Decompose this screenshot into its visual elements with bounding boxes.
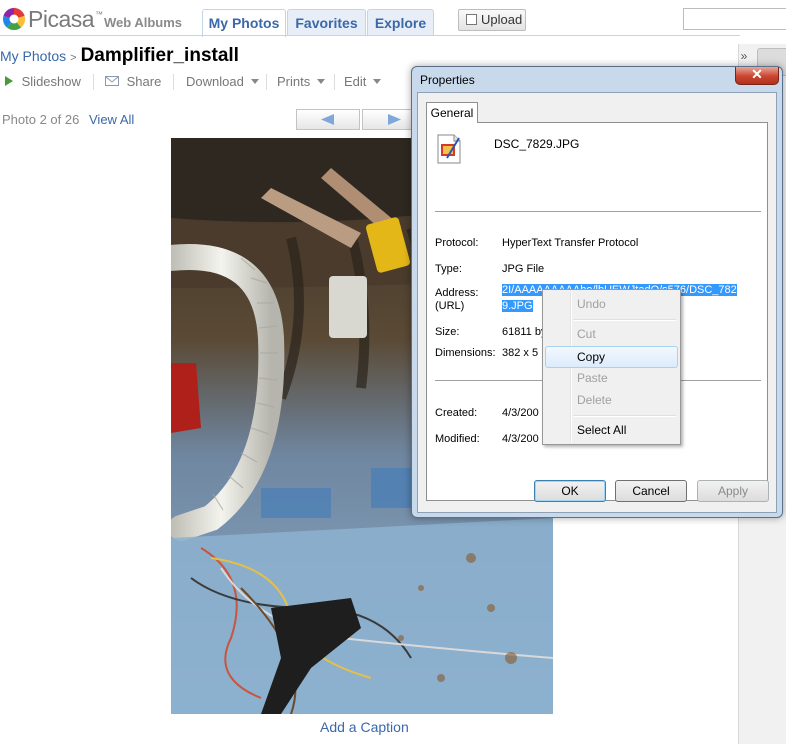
cancel-button[interactable]: Cancel (615, 480, 687, 502)
type-label: Type: (435, 263, 462, 275)
menu-item-label: Undo (577, 297, 606, 311)
breadcrumb-separator: > (70, 52, 77, 64)
download-label: Download (186, 74, 244, 89)
logo-wordmark: Picasa (28, 6, 95, 32)
toolbar-divider (266, 74, 267, 90)
menu-item-undo[interactable]: Undo (545, 293, 678, 315)
chevron-down-icon (250, 79, 259, 84)
created-value: 4/3/200 (502, 407, 539, 419)
ok-button[interactable]: OK (534, 480, 606, 502)
toolbar-divider (334, 74, 335, 90)
menu-separator (573, 319, 676, 321)
breadcrumb-my-photos[interactable]: My Photos (0, 48, 66, 64)
tab-divider (0, 35, 740, 36)
address-url-label: (URL) (435, 300, 465, 312)
menu-item-select-all[interactable]: Select All (545, 419, 678, 441)
apply-button[interactable]: Apply (697, 480, 769, 502)
dimensions-label: Dimensions: (435, 347, 496, 359)
menu-item-label: Cut (577, 327, 596, 341)
address-line-2: 9.JPG (502, 300, 533, 312)
prints-menu[interactable]: Prints (277, 72, 326, 92)
breadcrumb: My Photos > Damplifier_install (0, 44, 239, 68)
image-file-icon (437, 134, 461, 164)
slideshow-button[interactable]: Slideshow (4, 72, 81, 92)
size-label: Size: (435, 326, 460, 338)
previous-photo-button[interactable] (296, 109, 360, 130)
download-menu[interactable]: Download (186, 72, 259, 92)
modified-value: 4/3/200 (502, 433, 539, 445)
upload-button[interactable]: Upload (458, 9, 526, 31)
share-label: Share (126, 74, 162, 89)
close-icon: ✕ (751, 66, 763, 82)
share-button[interactable]: Share (105, 72, 161, 92)
address-label: Address: (435, 287, 479, 299)
add-caption-link[interactable]: Add a Caption (320, 719, 409, 735)
play-icon (5, 76, 13, 86)
created-label: Created: (435, 407, 478, 419)
photo-counter: Photo 2 of 26 (2, 112, 80, 127)
menu-item-delete[interactable]: Delete (545, 389, 678, 411)
trademark-mark: ™ (95, 10, 103, 19)
menu-separator (573, 415, 676, 417)
picasa-pinwheel-icon (2, 7, 26, 31)
tab-label: Explore (374, 15, 427, 31)
tab-label: Favorites (295, 15, 358, 31)
toolbar-divider (93, 74, 94, 90)
size-value: 61811 by (502, 326, 547, 338)
tab-general[interactable]: General (426, 102, 478, 123)
view-all-link[interactable]: View All (89, 112, 134, 127)
menu-item-label: Paste (577, 371, 608, 385)
upload-icon (466, 14, 477, 25)
slideshow-label: Slideshow (21, 74, 81, 89)
collapse-sidebar-button[interactable]: » (737, 48, 751, 64)
chevron-down-icon (317, 79, 326, 84)
tab-favorites[interactable]: Favorites (287, 9, 366, 36)
album-title: Damplifier_install (80, 45, 239, 66)
protocol-value: HyperText Transfer Protocol (502, 237, 639, 249)
tab-my-photos[interactable]: My Photos (202, 9, 286, 37)
edit-menu[interactable]: Edit (344, 72, 382, 92)
menu-item-copy[interactable]: Copy (545, 346, 678, 368)
menu-item-cut[interactable]: Cut (545, 323, 678, 345)
type-value: JPG File (502, 263, 545, 275)
logo-subtitle: Web Albums (104, 15, 183, 30)
file-name: DSC_7829.JPG (494, 137, 580, 151)
envelope-icon (105, 76, 119, 86)
menu-item-label: Select All (577, 423, 627, 437)
divider (435, 211, 761, 213)
dialog-title: Properties (420, 73, 475, 87)
edit-label: Edit (344, 74, 367, 89)
context-menu: Undo Cut Copy Paste Delete Select All (542, 289, 681, 445)
tab-explore[interactable]: Explore (367, 9, 434, 36)
chevron-down-icon (373, 79, 382, 84)
menu-item-label: Copy (577, 350, 606, 364)
modified-label: Modified: (435, 433, 480, 445)
tab-label: My Photos (208, 15, 280, 31)
arrow-left-icon (321, 114, 334, 125)
picasa-logo[interactable]: Picasa ™ Web Albums (0, 4, 200, 36)
protocol-label: Protocol: (435, 237, 479, 249)
close-button[interactable]: ✕ (735, 67, 779, 85)
menu-item-paste[interactable]: Paste (545, 367, 678, 389)
upload-label: Upload (481, 12, 523, 27)
arrow-right-icon (388, 114, 401, 125)
next-photo-button[interactable] (362, 109, 412, 130)
dimensions-value: 382 x 5 (502, 347, 539, 359)
toolbar-divider (173, 74, 174, 90)
menu-item-label: Delete (577, 393, 612, 407)
prints-label: Prints (277, 74, 311, 89)
search-input[interactable] (683, 8, 786, 30)
